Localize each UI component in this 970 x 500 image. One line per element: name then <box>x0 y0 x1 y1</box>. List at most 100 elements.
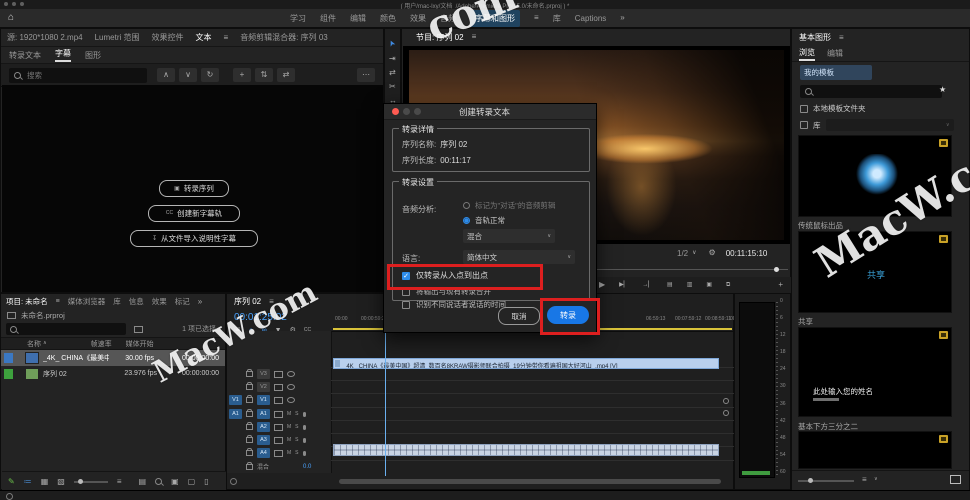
solo-button[interactable]: S <box>295 424 298 430</box>
automate-to-sequence-icon[interactable]: ▤ <box>139 478 147 486</box>
timeline-horizontal-scrollbar[interactable] <box>339 479 721 484</box>
voiceover-mic-icon[interactable] <box>303 412 306 417</box>
favorites-star-icon[interactable]: ★ <box>939 86 946 94</box>
track-header-a1[interactable]: A1A1MS <box>229 409 306 419</box>
eg-tab-browse[interactable]: 浏览 <box>799 47 815 61</box>
traffic-light-close-icon[interactable] <box>4 2 8 6</box>
timeline-sequence-tab[interactable]: 序列 02 <box>234 296 261 307</box>
mute-button[interactable]: M <box>287 437 291 443</box>
voiceover-mic-icon[interactable] <box>303 425 306 430</box>
sync-lock-icon[interactable] <box>274 397 283 404</box>
project-tab[interactable]: 项目: 未命名 <box>6 296 48 307</box>
lock-icon[interactable] <box>246 397 253 403</box>
zoom-slider[interactable] <box>74 481 108 483</box>
solo-button[interactable]: S <box>295 411 298 417</box>
work-area-bar[interactable] <box>598 328 732 330</box>
media-browser-tab[interactable]: 媒体浏览器 <box>68 296 106 307</box>
program-monitor-tab[interactable]: 节目: 序列 02 <box>416 32 464 43</box>
workspace-menu-icon[interactable]: ≡ <box>534 14 539 22</box>
markers-tab[interactable]: 标记 <box>175 296 190 307</box>
export-frame-camera-icon[interactable]: ▣ <box>706 282 712 288</box>
tab-text[interactable]: 文本 <box>196 32 212 43</box>
speaker-separation-checkbox[interactable]: 识别不同说话者说话的时间 <box>402 299 506 310</box>
info-tab[interactable]: 信息 <box>129 296 144 307</box>
eg-tab-edit[interactable]: 编辑 <box>827 48 843 59</box>
essential-graphics-tab[interactable]: 基本图形 <box>799 32 831 43</box>
merge-caption-button[interactable]: ⇄ <box>277 68 295 82</box>
libraries-tab[interactable]: 库 <box>113 296 121 307</box>
track-header-v3[interactable]: V3 <box>229 369 295 379</box>
workspace-tab-assembly[interactable]: 组件 <box>320 13 336 24</box>
dialog-close-icon[interactable] <box>392 108 399 115</box>
track-header-mix[interactable]: 混合0.0 <box>229 462 311 471</box>
workspace-tab-edit[interactable]: 编辑 <box>350 13 366 24</box>
ripple-edit-tool-icon[interactable]: ⇄ <box>389 69 396 77</box>
sync-lock-icon[interactable] <box>274 411 283 418</box>
project-row-clip[interactable]: _4K_ CHINA《最美中国》 30.00 fps 00:00:00:00 <box>1 350 225 366</box>
column-name[interactable]: 名称 <box>27 339 41 349</box>
template-thumbnail-4[interactable] <box>798 431 952 469</box>
prev-caption-button[interactable]: ∧ <box>157 68 175 82</box>
track-select-tool-icon[interactable]: ⇥ <box>389 55 396 63</box>
panel-menu-icon[interactable]: ≡ <box>224 34 229 42</box>
zoom-level-select[interactable]: 1/2 <box>677 249 688 258</box>
label-color-chip[interactable] <box>4 369 13 379</box>
lock-icon[interactable] <box>246 437 253 443</box>
extract-button[interactable]: ▥ <box>687 282 693 288</box>
list-view-icon[interactable]: ≔ <box>24 478 32 486</box>
play-button[interactable]: ▶ <box>599 281 605 289</box>
sync-lock-icon[interactable] <box>274 384 283 391</box>
toggle-visibility-eye-icon[interactable] <box>287 371 295 377</box>
radio-tagged-dialogue[interactable]: 标记为"对话"的音频剪辑 <box>463 200 555 211</box>
freeform-view-icon[interactable]: ▧ <box>57 478 65 486</box>
track-header-v2[interactable]: V2 <box>229 382 295 392</box>
tab-source-monitor[interactable]: 源: 1920*1080 2.mp4 <box>7 32 83 43</box>
new-item-icon[interactable]: ▢ <box>188 478 196 486</box>
subtab-transcript[interactable]: 转录文本 <box>9 50 41 61</box>
eg-search-input[interactable] <box>800 85 942 98</box>
thumbnail-size-slider[interactable] <box>798 480 854 482</box>
program-panel-menu-icon[interactable]: ≡ <box>472 33 477 41</box>
sync-lock-icon[interactable] <box>274 450 283 457</box>
source-patch-v1[interactable]: V1 <box>229 395 242 405</box>
effects-tab[interactable]: 效果 <box>152 296 167 307</box>
panel-overflow-icon[interactable]: » <box>198 298 202 306</box>
libraries-checkbox[interactable]: 库 ∨ <box>800 119 954 131</box>
toggle-visibility-eye-icon[interactable] <box>287 384 295 390</box>
captions-more-icon[interactable]: ⋯ <box>357 68 375 82</box>
sort-chevron-icon[interactable]: ∨ <box>874 477 878 482</box>
project-search-input[interactable] <box>6 323 126 335</box>
label-color-chip[interactable] <box>4 353 13 363</box>
razor-tool-icon[interactable]: ✂ <box>389 83 396 91</box>
traffic-light-min-icon[interactable] <box>12 2 16 6</box>
language-select[interactable]: 简体中文∨ <box>463 250 575 264</box>
lock-icon[interactable] <box>246 411 253 417</box>
panel-corner-handle[interactable] <box>230 478 237 485</box>
captions-search-input[interactable] <box>9 68 147 83</box>
subtab-captions[interactable]: 字幕 <box>55 48 71 62</box>
column-mediastart[interactable]: 媒体开始 <box>126 339 154 349</box>
install-mogrt-icon[interactable] <box>950 475 961 484</box>
template-thumbnail-1[interactable] <box>798 135 952 217</box>
sort-icon[interactable]: ≡ <box>117 478 122 486</box>
subtab-graphics[interactable]: 图形 <box>85 50 101 61</box>
project-row-sequence[interactable]: 序列 02 23.976 fps 00:00:00:00 <box>1 366 225 381</box>
next-caption-button[interactable]: ∨ <box>179 68 197 82</box>
lock-icon[interactable] <box>246 384 253 390</box>
create-caption-track-button[interactable]: CC创建新字幕轨 <box>148 205 240 222</box>
workspace-tab-learn[interactable]: 学习 <box>290 13 306 24</box>
track-header-a2[interactable]: A2MS <box>229 422 306 432</box>
track-header-v1[interactable]: V1V1 <box>229 395 295 405</box>
trash-icon[interactable]: ▯ <box>204 478 208 486</box>
tab-lumetri-scopes[interactable]: Lumetri 范围 <box>95 32 140 43</box>
settings-wrench-icon[interactable]: ⚙ <box>709 249 716 257</box>
sort-list-icon[interactable]: ≡ <box>862 476 867 484</box>
writable-pencil-icon[interactable]: ✎ <box>8 478 15 486</box>
voiceover-mic-icon[interactable] <box>303 451 306 456</box>
icon-view-icon[interactable]: ▦ <box>41 478 49 486</box>
workspace-tab-audio[interactable]: 音频 <box>440 13 456 24</box>
audio-clip-a1[interactable] <box>333 444 719 456</box>
button-editor-plus-icon[interactable]: + <box>778 281 783 289</box>
radio-audio-on-track[interactable]: 音轨正常 <box>463 215 505 226</box>
track-scroll-dot[interactable] <box>723 398 729 404</box>
